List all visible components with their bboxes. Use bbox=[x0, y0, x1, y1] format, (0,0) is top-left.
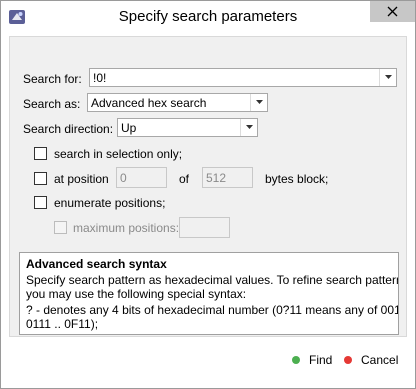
at-position-checkbox[interactable] bbox=[34, 172, 47, 185]
enumerate-positions-label: enumerate positions; bbox=[54, 196, 166, 210]
title-bar: Specify search parameters bbox=[1, 1, 415, 34]
help-text-box[interactable]: Advanced search syntax Specify search pa… bbox=[19, 252, 399, 335]
search-as-combobox[interactable]: Advanced hex search bbox=[87, 93, 268, 112]
help-line: 0111 .. 0F11); bbox=[26, 317, 99, 331]
max-positions-input[interactable] bbox=[179, 217, 230, 238]
chevron-down-icon bbox=[256, 100, 263, 104]
help-title: Advanced search syntax bbox=[26, 257, 167, 271]
max-positions-label: maximum positions: bbox=[73, 221, 180, 235]
cancel-button[interactable]: Cancel bbox=[344, 353, 404, 369]
selection-only-checkbox[interactable] bbox=[34, 147, 47, 160]
at-position-value: 0 bbox=[120, 171, 127, 185]
help-line: you may use the following special syntax… bbox=[26, 287, 247, 301]
chevron-down-icon bbox=[246, 125, 253, 129]
search-as-label: Search as: bbox=[23, 97, 81, 111]
cancel-status-icon bbox=[344, 356, 352, 364]
chevron-down-icon bbox=[385, 75, 392, 79]
search-for-label: Search for: bbox=[23, 72, 82, 86]
enumerate-positions-checkbox[interactable] bbox=[34, 196, 47, 209]
find-status-icon bbox=[292, 356, 300, 364]
search-as-dropdown[interactable] bbox=[250, 94, 267, 111]
dialog-title: Specify search parameters bbox=[118, 8, 298, 25]
find-button[interactable]: Find bbox=[292, 353, 342, 369]
search-for-dropdown[interactable] bbox=[379, 69, 396, 86]
search-direction-combobox[interactable]: Up bbox=[117, 118, 258, 137]
block-size-input[interactable]: 512 bbox=[202, 167, 253, 188]
of-label: of bbox=[179, 172, 190, 186]
find-label: Find bbox=[309, 353, 333, 367]
bytes-block-label: bytes block; bbox=[265, 172, 329, 186]
search-direction-dropdown[interactable] bbox=[240, 119, 257, 136]
search-for-combobox[interactable]: !0! bbox=[89, 68, 397, 87]
max-positions-checkbox[interactable] bbox=[54, 221, 67, 234]
close-icon bbox=[387, 6, 398, 17]
search-dialog: Specify search parameters Search for: !0… bbox=[0, 0, 416, 389]
search-for-value[interactable]: !0! bbox=[93, 71, 106, 85]
selection-only-label: search in selection only; bbox=[54, 147, 183, 161]
help-line: ? - denotes any 4 bits of hexadecimal nu… bbox=[26, 303, 399, 317]
at-position-input[interactable]: 0 bbox=[116, 167, 167, 188]
search-direction-label: Search direction: bbox=[23, 122, 114, 136]
at-position-label: at position bbox=[54, 172, 109, 186]
help-line: Specify search pattern as hexadecimal va… bbox=[26, 273, 399, 287]
cancel-label: Cancel bbox=[361, 353, 399, 367]
search-direction-value: Up bbox=[121, 121, 137, 135]
search-as-value: Advanced hex search bbox=[91, 96, 207, 110]
block-size-value: 512 bbox=[206, 171, 227, 185]
close-button[interactable] bbox=[370, 1, 415, 22]
